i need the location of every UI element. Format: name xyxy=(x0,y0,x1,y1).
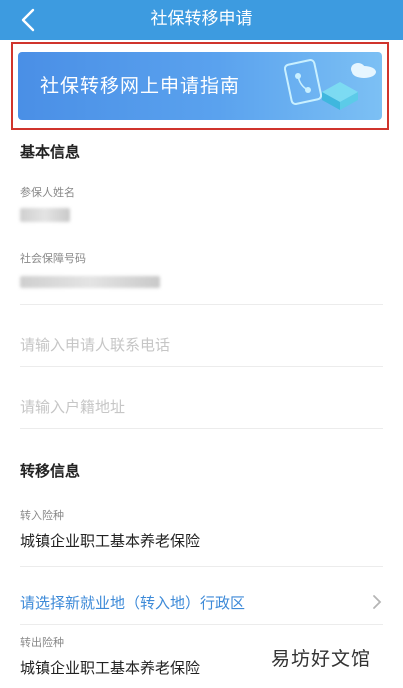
basic-info-heading: 基本信息 xyxy=(20,143,81,161)
name-label: 参保人姓名 xyxy=(20,186,75,199)
in-insurance-label: 转入险种 xyxy=(20,509,64,522)
ssn-value-masked xyxy=(20,276,160,288)
divider xyxy=(20,366,383,367)
divider xyxy=(20,304,383,305)
banner-text: 社保转移网上申请指南 xyxy=(40,75,241,97)
address-input[interactable]: 请输入户籍地址 xyxy=(20,396,125,417)
in-insurance-value: 城镇企业职工基本养老保险 xyxy=(20,532,201,550)
watermark: 易坊好文馆 xyxy=(246,641,396,677)
phone-input[interactable]: 请输入申请人联系电话 xyxy=(20,334,170,355)
chevron-right-icon[interactable] xyxy=(371,594,383,610)
divider xyxy=(20,428,383,429)
banner-illustration-icon xyxy=(272,52,382,120)
app-header: 社保转移申请 xyxy=(0,0,403,40)
out-insurance-value: 城镇企业职工基本养老保险 xyxy=(20,659,201,677)
transfer-info-heading: 转移信息 xyxy=(20,462,81,480)
divider xyxy=(20,624,383,625)
divider xyxy=(20,566,383,567)
name-value-masked xyxy=(20,208,70,222)
select-region-link[interactable]: 请选择新就业地（转入地）行政区 xyxy=(20,592,245,613)
ssn-label: 社会保障号码 xyxy=(20,252,86,265)
out-insurance-label: 转出险种 xyxy=(20,636,64,649)
guide-banner[interactable]: 社保转移网上申请指南 xyxy=(18,52,382,120)
page-title: 社保转移申请 xyxy=(150,9,253,29)
